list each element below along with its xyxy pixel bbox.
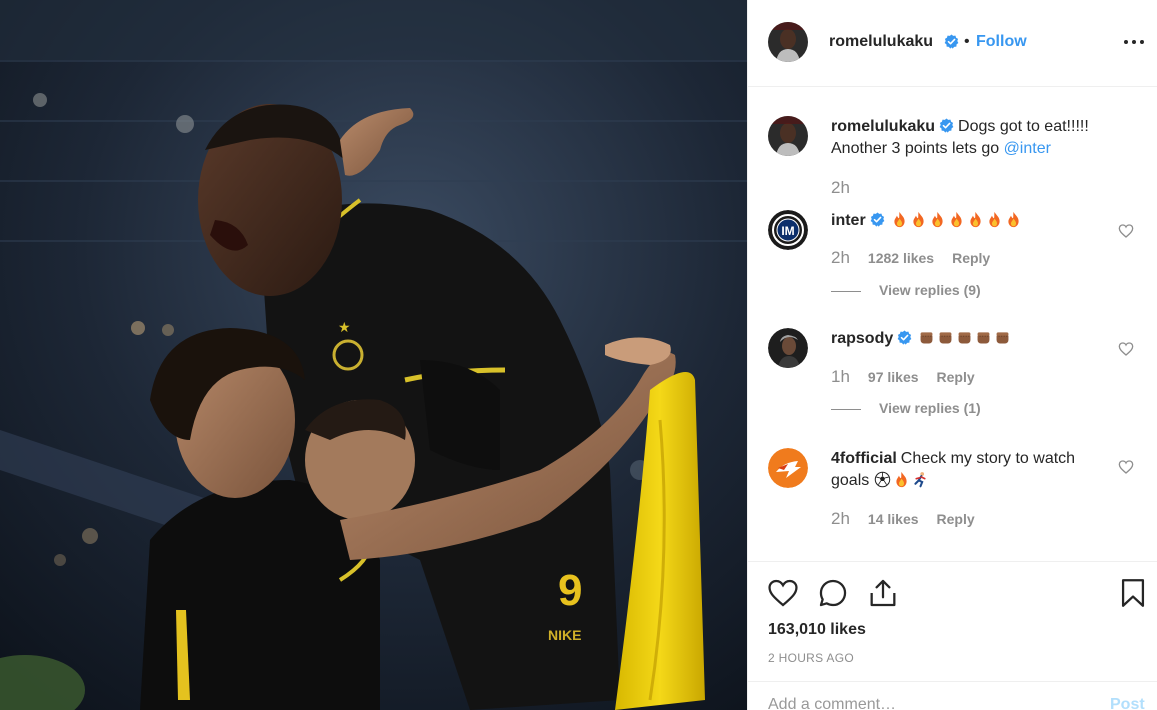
fist-emoji-icon <box>918 329 935 346</box>
fire-emoji-icon <box>948 211 965 228</box>
comment-like-heart-icon[interactable] <box>1118 223 1134 239</box>
comment-likes[interactable]: 14 likes <box>868 511 919 527</box>
comment-username[interactable]: rapsody <box>831 330 893 347</box>
author-username[interactable]: romelulukaku <box>829 33 933 51</box>
post-photo-illustration: ★ 9 NIKE <box>0 0 747 710</box>
comment-likes[interactable]: 1282 likes <box>868 250 934 266</box>
verified-badge-icon <box>939 118 954 133</box>
caption-text: romelulukaku Dogs got to eat!!!!! Another… <box>831 116 1111 160</box>
inter-avatar[interactable]: IM <box>768 210 808 250</box>
comment-meta: 2h 1282 likes Reply <box>831 248 990 268</box>
verified-badge-icon <box>944 34 959 49</box>
soccer-ball-emoji-icon <box>874 471 891 488</box>
comment-text: rapsody <box>831 328 1111 350</box>
caption-mention-link[interactable]: @inter <box>1004 140 1051 157</box>
separator-dot: • <box>964 33 970 50</box>
post-timestamp[interactable]: 2 HOURS AGO <box>768 651 854 665</box>
comment-time[interactable]: 2h <box>831 509 850 528</box>
comments-list[interactable]: romelulukaku Dogs got to eat!!!!! Another… <box>748 88 1157 560</box>
fire-emoji-icon <box>986 211 1003 228</box>
caption-meta: 2h <box>831 178 868 198</box>
shirt-number: 9 <box>558 566 582 615</box>
comment-username[interactable]: inter <box>831 212 866 229</box>
share-icon[interactable] <box>866 576 900 610</box>
post-comment-button[interactable]: Post <box>1110 696 1145 710</box>
comment-emoji-row <box>918 330 1013 347</box>
fist-emoji-icon <box>975 329 992 346</box>
add-comment-bar: Post <box>748 681 1157 710</box>
replies-divider <box>831 408 861 410</box>
bookmark-icon[interactable] <box>1116 576 1150 610</box>
verified-badge-icon <box>897 330 912 345</box>
caption-username[interactable]: romelulukaku <box>831 118 935 135</box>
author-avatar[interactable] <box>768 22 808 62</box>
comment-emoji-row <box>874 471 931 489</box>
replies-divider <box>831 290 861 292</box>
comment-time[interactable]: 2h <box>831 248 850 267</box>
comment-username[interactable]: 4fofficial <box>831 450 897 467</box>
like-heart-icon[interactable] <box>766 576 800 610</box>
reply-button[interactable]: Reply <box>937 369 975 385</box>
fire-emoji-icon <box>891 211 908 228</box>
comment-meta: 2h 14 likes Reply <box>831 509 975 529</box>
comment-text: 4fofficial Check my story to watch goals <box>831 448 1111 492</box>
fist-emoji-icon <box>956 329 973 346</box>
post-details-panel: romelulukaku • Follow romelulukakuDogs <box>747 0 1157 710</box>
follow-button[interactable]: Follow <box>976 33 1027 51</box>
runner-emoji-icon <box>912 471 929 488</box>
sponsor-mark: NIKE <box>548 627 581 643</box>
comment-time[interactable]: 1h <box>831 367 850 386</box>
fist-emoji-icon <box>937 329 954 346</box>
like-count[interactable]: 163,010 likes <box>768 621 866 639</box>
rapsody-avatar[interactable] <box>768 328 808 368</box>
svg-text:★: ★ <box>338 319 351 335</box>
view-replies-button[interactable]: View replies (1) <box>831 400 981 416</box>
4fofficial-avatar[interactable] <box>768 448 808 488</box>
view-replies-button[interactable]: View replies (9) <box>831 282 981 298</box>
comment-bubble-icon[interactable] <box>816 576 850 610</box>
view-replies-label: View replies (9) <box>879 282 981 298</box>
fist-emoji-icon <box>994 329 1011 346</box>
comment-emoji-row <box>891 211 1024 229</box>
comment-like-heart-icon[interactable] <box>1118 459 1134 475</box>
caption-avatar[interactable] <box>768 116 808 156</box>
verified-badge-icon <box>870 212 885 227</box>
comment-meta: 1h 97 likes Reply <box>831 367 975 387</box>
reply-button[interactable]: Reply <box>937 511 975 527</box>
caption-time[interactable]: 2h <box>831 178 850 197</box>
comment-likes[interactable]: 97 likes <box>868 369 919 385</box>
fire-emoji-icon <box>910 211 927 228</box>
post-header: romelulukaku • Follow <box>748 0 1157 87</box>
add-comment-input[interactable] <box>768 696 1068 710</box>
view-replies-label: View replies (1) <box>879 400 981 416</box>
comment-text: inter <box>831 210 1111 232</box>
fire-emoji-icon <box>1005 211 1022 228</box>
comment-like-heart-icon[interactable] <box>1118 341 1134 357</box>
fire-emoji-icon <box>929 211 946 228</box>
post-photo[interactable]: ★ 9 NIKE <box>0 0 747 710</box>
post-actions: 163,010 likes 2 HOURS AGO <box>748 561 1157 681</box>
reply-button[interactable]: Reply <box>952 250 990 266</box>
more-options-icon[interactable] <box>1124 32 1146 52</box>
fire-emoji-icon <box>967 211 984 228</box>
fire-emoji-icon <box>893 471 910 488</box>
svg-text:IM: IM <box>781 224 794 238</box>
